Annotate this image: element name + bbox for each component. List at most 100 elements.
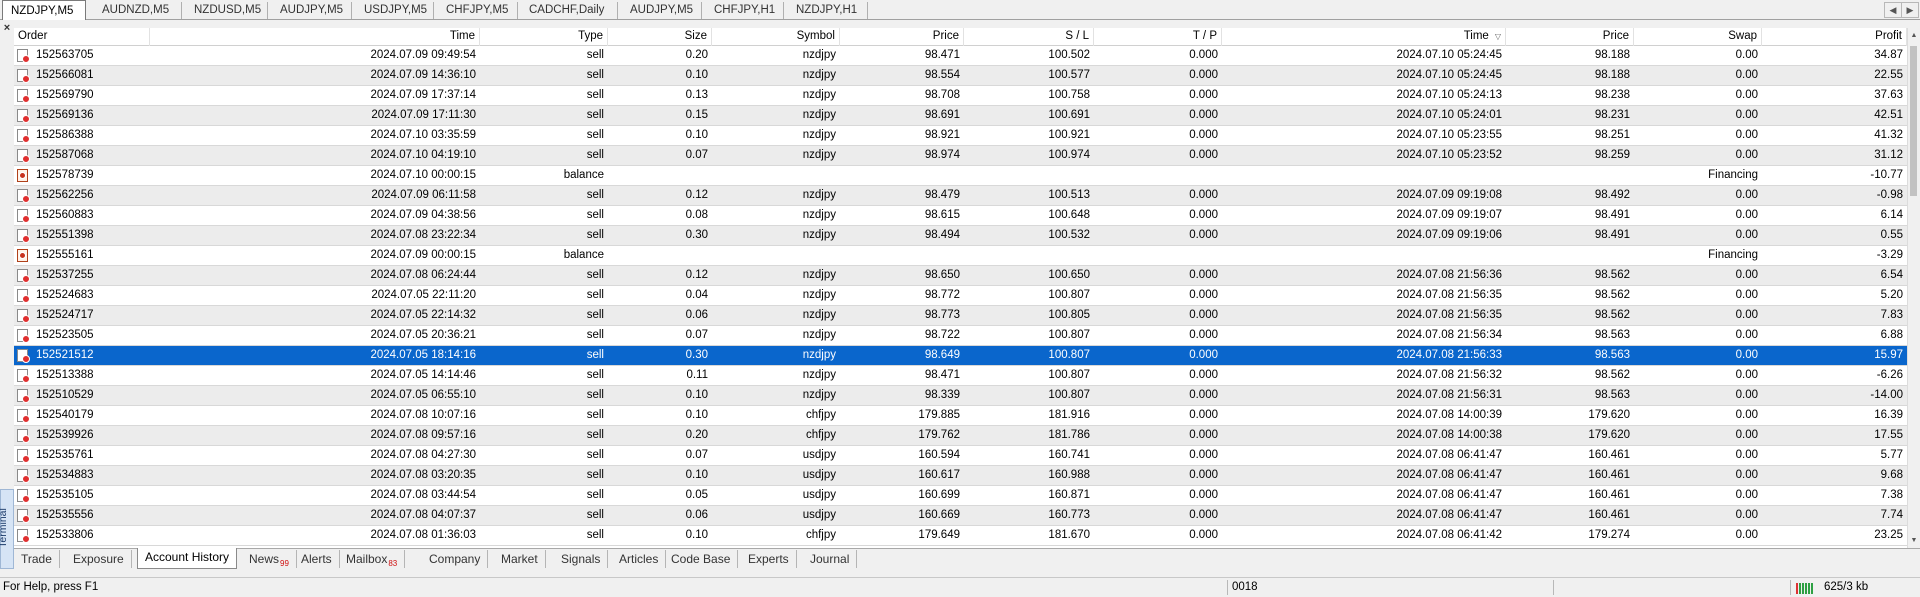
terminal-label[interactable]: Terminal	[0, 489, 14, 569]
closed-order-icon	[17, 449, 30, 463]
chart-tab[interactable]: AUDJPY,M5	[622, 2, 702, 19]
col-close-time-header[interactable]: Time ▽	[1222, 28, 1506, 46]
tab-alerts[interactable]: Alerts	[294, 550, 340, 568]
col-order-header[interactable]: Order	[14, 28, 150, 46]
chart-tab[interactable]: CHFJPY,H1	[706, 2, 784, 19]
col-type-header[interactable]: Type	[480, 28, 608, 46]
col-sl-header[interactable]: S / L	[964, 28, 1094, 46]
cell-type: sell	[586, 469, 604, 481]
chart-tab[interactable]: CHFJPY,M5	[438, 2, 518, 19]
column-label: Order	[18, 30, 48, 42]
col-tp-header[interactable]: T / P	[1094, 28, 1222, 46]
cell-type: balance	[563, 169, 604, 181]
cell-sl: 100.805	[1048, 309, 1090, 321]
tab-code-base[interactable]: Code Base	[664, 550, 739, 568]
scroll-up-icon[interactable]: ▲	[1908, 29, 1920, 42]
cell-size: 0.12	[685, 189, 708, 201]
table-row[interactable]: 152569790 2024.07.09 17:37:14 sell 0.13 nzdj…	[14, 86, 1907, 106]
col-price-header[interactable]: Price	[840, 28, 964, 46]
table-row[interactable]: 152535105 2024.07.08 03:44:54 sell 0.05 usdj…	[14, 486, 1907, 506]
tab-trade[interactable]: Trade	[14, 550, 60, 568]
table-row[interactable]: 152540179 2024.07.08 10:07:16 sell 0.10 chfj…	[14, 406, 1907, 426]
cell-price: 179.649	[918, 529, 960, 541]
table-row[interactable]: 152551398 2024.07.08 23:22:34 sell 0.30 nzdj…	[14, 226, 1907, 246]
tab-account-history[interactable]: Account History	[137, 548, 238, 569]
table-row[interactable]: 152510529 2024.07.05 06:55:10 sell 0.10 nzdj…	[14, 386, 1907, 406]
table-row[interactable]: 152534883 2024.07.08 03:20:35 sell 0.10 usdj…	[14, 466, 1907, 486]
cell-close-time: 2024.07.08 21:56:35	[1396, 309, 1502, 321]
table-row[interactable]: 152533806 2024.07.08 01:36:03 sell 0.10 chfj…	[14, 526, 1907, 546]
table-row[interactable]: 152535761 2024.07.08 04:27:30 sell 0.07 usdj…	[14, 446, 1907, 466]
cell-profit: 9.68	[1880, 469, 1903, 481]
tab-company[interactable]: Company	[422, 550, 489, 568]
col-size-header[interactable]: Size	[608, 28, 712, 46]
col-profit-header[interactable]: Profit	[1762, 28, 1907, 46]
cell-type: sell	[586, 389, 604, 401]
tab-signals[interactable]: Signals	[554, 550, 609, 568]
tab-journal[interactable]: Journal	[803, 550, 858, 568]
cell-order: 152569136	[36, 109, 94, 121]
cell-symbol: nzdjpy	[802, 189, 836, 201]
table-row[interactable]: 152586388 2024.07.10 03:35:59 sell 0.10 nzdj…	[14, 126, 1907, 146]
col-close-price-header[interactable]: Price	[1506, 28, 1634, 46]
cell-profit: 17.55	[1874, 429, 1903, 441]
cell-close-price: 98.188	[1594, 69, 1630, 81]
table-row[interactable]: 152578739 2024.07.10 00:00:15 balance Finan…	[14, 166, 1907, 186]
column-label: Time	[449, 30, 475, 42]
close-icon[interactable]: ×	[1, 22, 13, 34]
table-row[interactable]: 152524717 2024.07.05 22:14:32 sell 0.06 nzdj…	[14, 306, 1907, 326]
table-row[interactable]: 152523505 2024.07.05 20:36:21 sell 0.07 nzdj…	[14, 326, 1907, 346]
tab-scroll-right-button[interactable]: ▶	[1901, 2, 1919, 18]
table-row[interactable]: 152562256 2024.07.09 06:11:58 sell 0.12 nzdj…	[14, 186, 1907, 206]
cell-size: 0.30	[685, 229, 708, 241]
cell-tp: 0.000	[1189, 49, 1218, 61]
col-swap-header[interactable]: Swap	[1634, 28, 1762, 46]
chart-tab[interactable]: AUDJPY,M5	[272, 2, 352, 19]
chart-tab[interactable]: NZDJPY,H1	[788, 2, 868, 19]
cell-type: sell	[586, 209, 604, 221]
tab-mailbox[interactable]: Mailbox83	[339, 550, 406, 568]
col-symbol-header[interactable]: Symbol	[712, 28, 840, 46]
cell-price: 98.772	[924, 289, 960, 301]
cell-price: 179.762	[918, 429, 960, 441]
col-open-time-header[interactable]: Time	[150, 28, 480, 46]
cell-open-time: 2024.07.10 03:35:59	[370, 129, 476, 141]
table-row[interactable]: 152555161 2024.07.09 00:00:15 balance Finan…	[14, 246, 1907, 266]
table-row[interactable]: 152566081 2024.07.09 14:36:10 sell 0.10 nzdj…	[14, 66, 1907, 86]
cell-order: 152563705	[36, 49, 94, 61]
chart-tab[interactable]: USDJPY,M5	[356, 2, 434, 19]
table-row[interactable]: 152521512 2024.07.05 18:14:16 sell 0.30 nzdj…	[14, 346, 1907, 366]
cell-close-price: 179.620	[1588, 429, 1630, 441]
chart-tab[interactable]: NZDUSD,M5	[186, 2, 268, 19]
tab-market[interactable]: Market	[494, 550, 546, 568]
tab-exposure[interactable]: Exposure	[66, 550, 132, 568]
cell-swap: 0.00	[1735, 509, 1758, 521]
tab-news[interactable]: News99	[242, 550, 297, 568]
cell-order: 152540179	[36, 409, 94, 421]
table-row[interactable]: 152569136 2024.07.09 17:11:30 sell 0.15 nzdj…	[14, 106, 1907, 126]
table-row[interactable]: 152560883 2024.07.09 04:38:56 sell 0.08 nzdj…	[14, 206, 1907, 226]
table-row[interactable]: 152513388 2024.07.05 14:14:46 sell 0.11 nzdj…	[14, 366, 1907, 386]
table-row[interactable]: 152563705 2024.07.09 09:49:54 sell 0.20 nzdj…	[14, 46, 1907, 66]
table-row[interactable]: 152587068 2024.07.10 04:19:10 sell 0.07 nzdj…	[14, 146, 1907, 166]
table-row[interactable]: 152524683 2024.07.05 22:11:20 sell 0.04 nzdj…	[14, 286, 1907, 306]
cell-swap: 0.00	[1735, 409, 1758, 421]
cell-order: 152539926	[36, 429, 94, 441]
scrollbar-thumb[interactable]	[1910, 46, 1917, 196]
table-row[interactable]: 152535556 2024.07.08 04:07:37 sell 0.06 usdj…	[14, 506, 1907, 526]
vertical-scrollbar[interactable]: ▲ ▼	[1907, 28, 1920, 548]
chart-tab[interactable]: NZDJPY,M5	[2, 0, 86, 20]
chart-tab[interactable]: AUDNZD,M5	[94, 2, 182, 19]
table-row[interactable]: 152539926 2024.07.08 09:57:16 sell 0.20 chfj…	[14, 426, 1907, 446]
table-row[interactable]: 152537255 2024.07.08 06:24:44 sell 0.12 nzdj…	[14, 266, 1907, 286]
closed-order-icon	[17, 429, 30, 443]
tab-experts[interactable]: Experts	[741, 550, 797, 568]
cell-swap: 0.00	[1735, 269, 1758, 281]
tab-scroll-left-button[interactable]: ◀	[1884, 2, 1902, 18]
scroll-down-icon[interactable]: ▼	[1908, 534, 1920, 547]
tab-articles[interactable]: Articles	[612, 550, 667, 568]
cell-swap: 0.00	[1735, 469, 1758, 481]
cell-swap: 0.00	[1735, 69, 1758, 81]
column-label: Type	[578, 30, 603, 42]
chart-tab[interactable]: CADCHF,Daily	[521, 2, 618, 19]
